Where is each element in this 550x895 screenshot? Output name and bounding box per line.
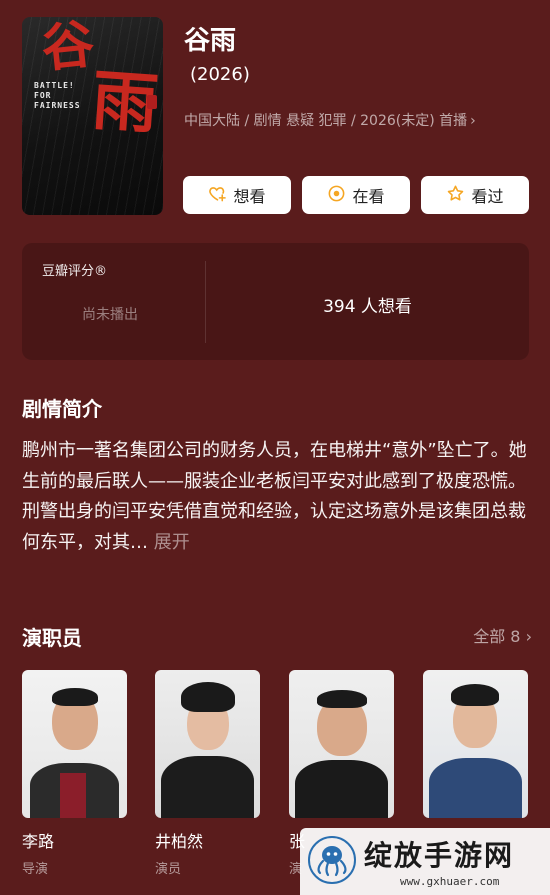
show-meta-link[interactable]: 中国大陆 / 剧情 悬疑 犯罪 / 2026(未定) 首播 › — [184, 110, 476, 130]
chevron-right-icon: › — [525, 627, 532, 646]
eye-circle-icon — [327, 184, 346, 207]
cast-name: 李路 — [22, 832, 55, 851]
show-meta-text: 中国大陆 / 剧情 悬疑 犯罪 / 2026(未定) 首播 — [184, 113, 468, 129]
watermark: 绽放手游网 www.gxhuaer.com — [300, 828, 550, 895]
cast-card[interactable]: 井柏然 演员 — [155, 670, 260, 877]
rating-card[interactable]: 豆瓣评分® 尚未播出 394 人想看 — [22, 243, 529, 360]
chevron-right-icon: › — [470, 113, 476, 129]
poster-english-title: BATTLE! FOR FAIRNESS — [34, 81, 81, 110]
cast-role: 导演 — [22, 862, 49, 877]
synopsis-text-block: 鹏州市一著名集团公司的财务人员，在电梯井“意外”坠亡了。她生前的最后联人——服装… — [22, 436, 530, 558]
rating-status: 尚未播出 — [82, 307, 138, 323]
show-title: 谷雨 — [184, 26, 237, 56]
synopsis-expand-link[interactable]: 展开 — [154, 532, 190, 553]
watching-button[interactable]: 在看 — [302, 176, 410, 214]
watermark-text: 绽放手游网 — [364, 839, 515, 872]
cast-section-title: 演职员 — [22, 626, 82, 650]
cast-view-all-link[interactable]: 全部 8 › — [473, 623, 532, 647]
cast-card[interactable] — [423, 670, 528, 828]
cast-name: 井柏然 — [155, 832, 204, 851]
want-to-watch-button[interactable]: 想看 — [183, 176, 291, 214]
cast-photo — [423, 670, 528, 818]
poster-image[interactable]: 谷 雨 BATTLE! FOR FAIRNESS — [22, 17, 163, 215]
cast-all-label: 全部 8 — [473, 627, 521, 646]
douban-rating-title: 豆瓣评分® — [42, 264, 108, 279]
cast-role: 演员 — [155, 862, 182, 877]
cast-photo — [155, 670, 260, 818]
cast-photo — [289, 670, 394, 818]
show-year: (2026) — [190, 64, 250, 85]
poster-seal — [147, 95, 157, 109]
heart-plus-icon — [208, 184, 227, 207]
want-to-watch-label: 想看 — [233, 187, 266, 206]
poster-title-char-1: 谷 — [38, 17, 98, 80]
octopus-logo-icon — [308, 836, 356, 884]
cast-card[interactable]: 李路 导演 — [22, 670, 127, 877]
watched-button[interactable]: 看过 — [421, 176, 529, 214]
watermark-url: www.gxhuaer.com — [400, 875, 500, 888]
synopsis-text: 鹏州市一著名集团公司的财务人员，在电梯井“意外”坠亡了。她生前的最后联人——服装… — [22, 440, 527, 553]
watching-label: 在看 — [352, 187, 385, 206]
watched-label: 看过 — [471, 187, 504, 206]
star-icon — [446, 184, 465, 207]
want-count: 394 人想看 — [323, 297, 412, 317]
cast-photo — [22, 670, 127, 818]
synopsis-title: 剧情简介 — [22, 397, 102, 421]
